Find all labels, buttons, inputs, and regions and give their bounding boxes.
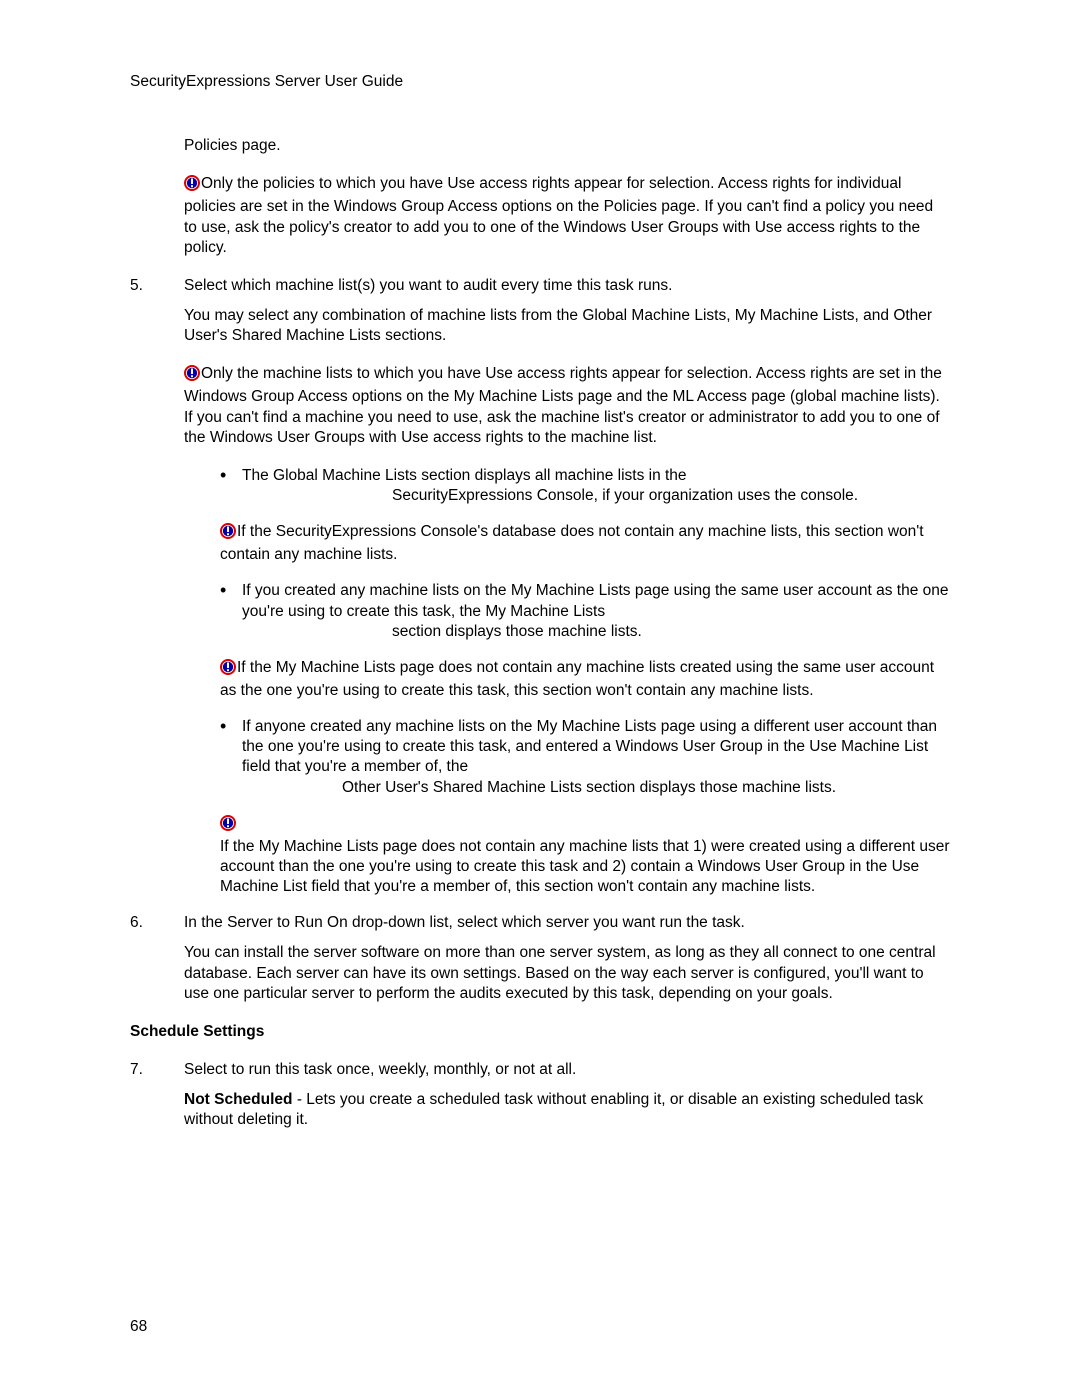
step-text: Select to run this task once, weekly, mo… bbox=[184, 1060, 950, 1080]
step-text: In the Server to Run On drop-down list, … bbox=[184, 913, 950, 933]
alert-icon bbox=[220, 523, 236, 545]
bullet-cont: SecurityExpressions Console, if your org… bbox=[392, 486, 950, 506]
subnote-my-lists: If the My Machine Lists page does not co… bbox=[220, 658, 950, 701]
document-page: SecurityExpressions Server User Guide Po… bbox=[0, 0, 1080, 1208]
bullet-my-lists: If you created any machine lists on the … bbox=[220, 581, 950, 641]
schedule-settings-heading: Schedule Settings bbox=[130, 1022, 950, 1042]
bullet-cont: section displays those machine lists. bbox=[392, 622, 950, 642]
step-number: 6. bbox=[130, 913, 184, 933]
step-text: Select which machine list(s) you want to… bbox=[184, 276, 950, 296]
step-number: 7. bbox=[130, 1060, 184, 1080]
alert-icon bbox=[220, 815, 236, 837]
alert-icon bbox=[220, 659, 236, 681]
note-text: Only the policies to which you have Use … bbox=[184, 175, 933, 255]
step-number: 5. bbox=[130, 276, 184, 296]
note-policies-access: Only the policies to which you have Use … bbox=[184, 174, 950, 258]
note-text: If the My Machine Lists page does not co… bbox=[220, 838, 949, 895]
not-scheduled-label: Not Scheduled bbox=[184, 1091, 293, 1108]
subnote-global-lists: If the SecurityExpressions Console's dat… bbox=[220, 522, 950, 565]
note-text: Only the machine lists to which you have… bbox=[184, 365, 942, 445]
note-text: If the My Machine Lists page does not co… bbox=[220, 659, 934, 699]
step-5-detail: You may select any combination of machin… bbox=[184, 306, 950, 346]
note-machine-lists-access: Only the machine lists to which you have… bbox=[184, 364, 950, 448]
bullet-cont: Other User's Shared Machine Lists sectio… bbox=[342, 778, 950, 798]
step-7-detail: Not Scheduled - Lets you create a schedu… bbox=[184, 1090, 950, 1130]
alert-icon bbox=[184, 175, 200, 197]
subnote-other-lists: If the My Machine Lists page does not co… bbox=[220, 814, 950, 898]
not-scheduled-desc: - Lets you create a scheduled task witho… bbox=[184, 1091, 923, 1128]
bullet-global-lists: The Global Machine Lists section display… bbox=[220, 466, 950, 506]
step-7: 7. Select to run this task once, weekly,… bbox=[130, 1060, 950, 1130]
step-5: 5. Select which machine list(s) you want… bbox=[130, 276, 950, 897]
page-number: 68 bbox=[130, 1317, 147, 1337]
note-text: If the SecurityExpressions Console's dat… bbox=[220, 523, 924, 563]
alert-icon bbox=[184, 365, 200, 387]
bullet-other-lists: If anyone created any machine lists on t… bbox=[220, 717, 950, 798]
document-header: SecurityExpressions Server User Guide bbox=[130, 72, 950, 92]
step-6-detail: You can install the server software on m… bbox=[184, 943, 950, 1003]
policies-page-text: Policies page. bbox=[184, 136, 950, 156]
step-6: 6. In the Server to Run On drop-down lis… bbox=[130, 913, 950, 1004]
